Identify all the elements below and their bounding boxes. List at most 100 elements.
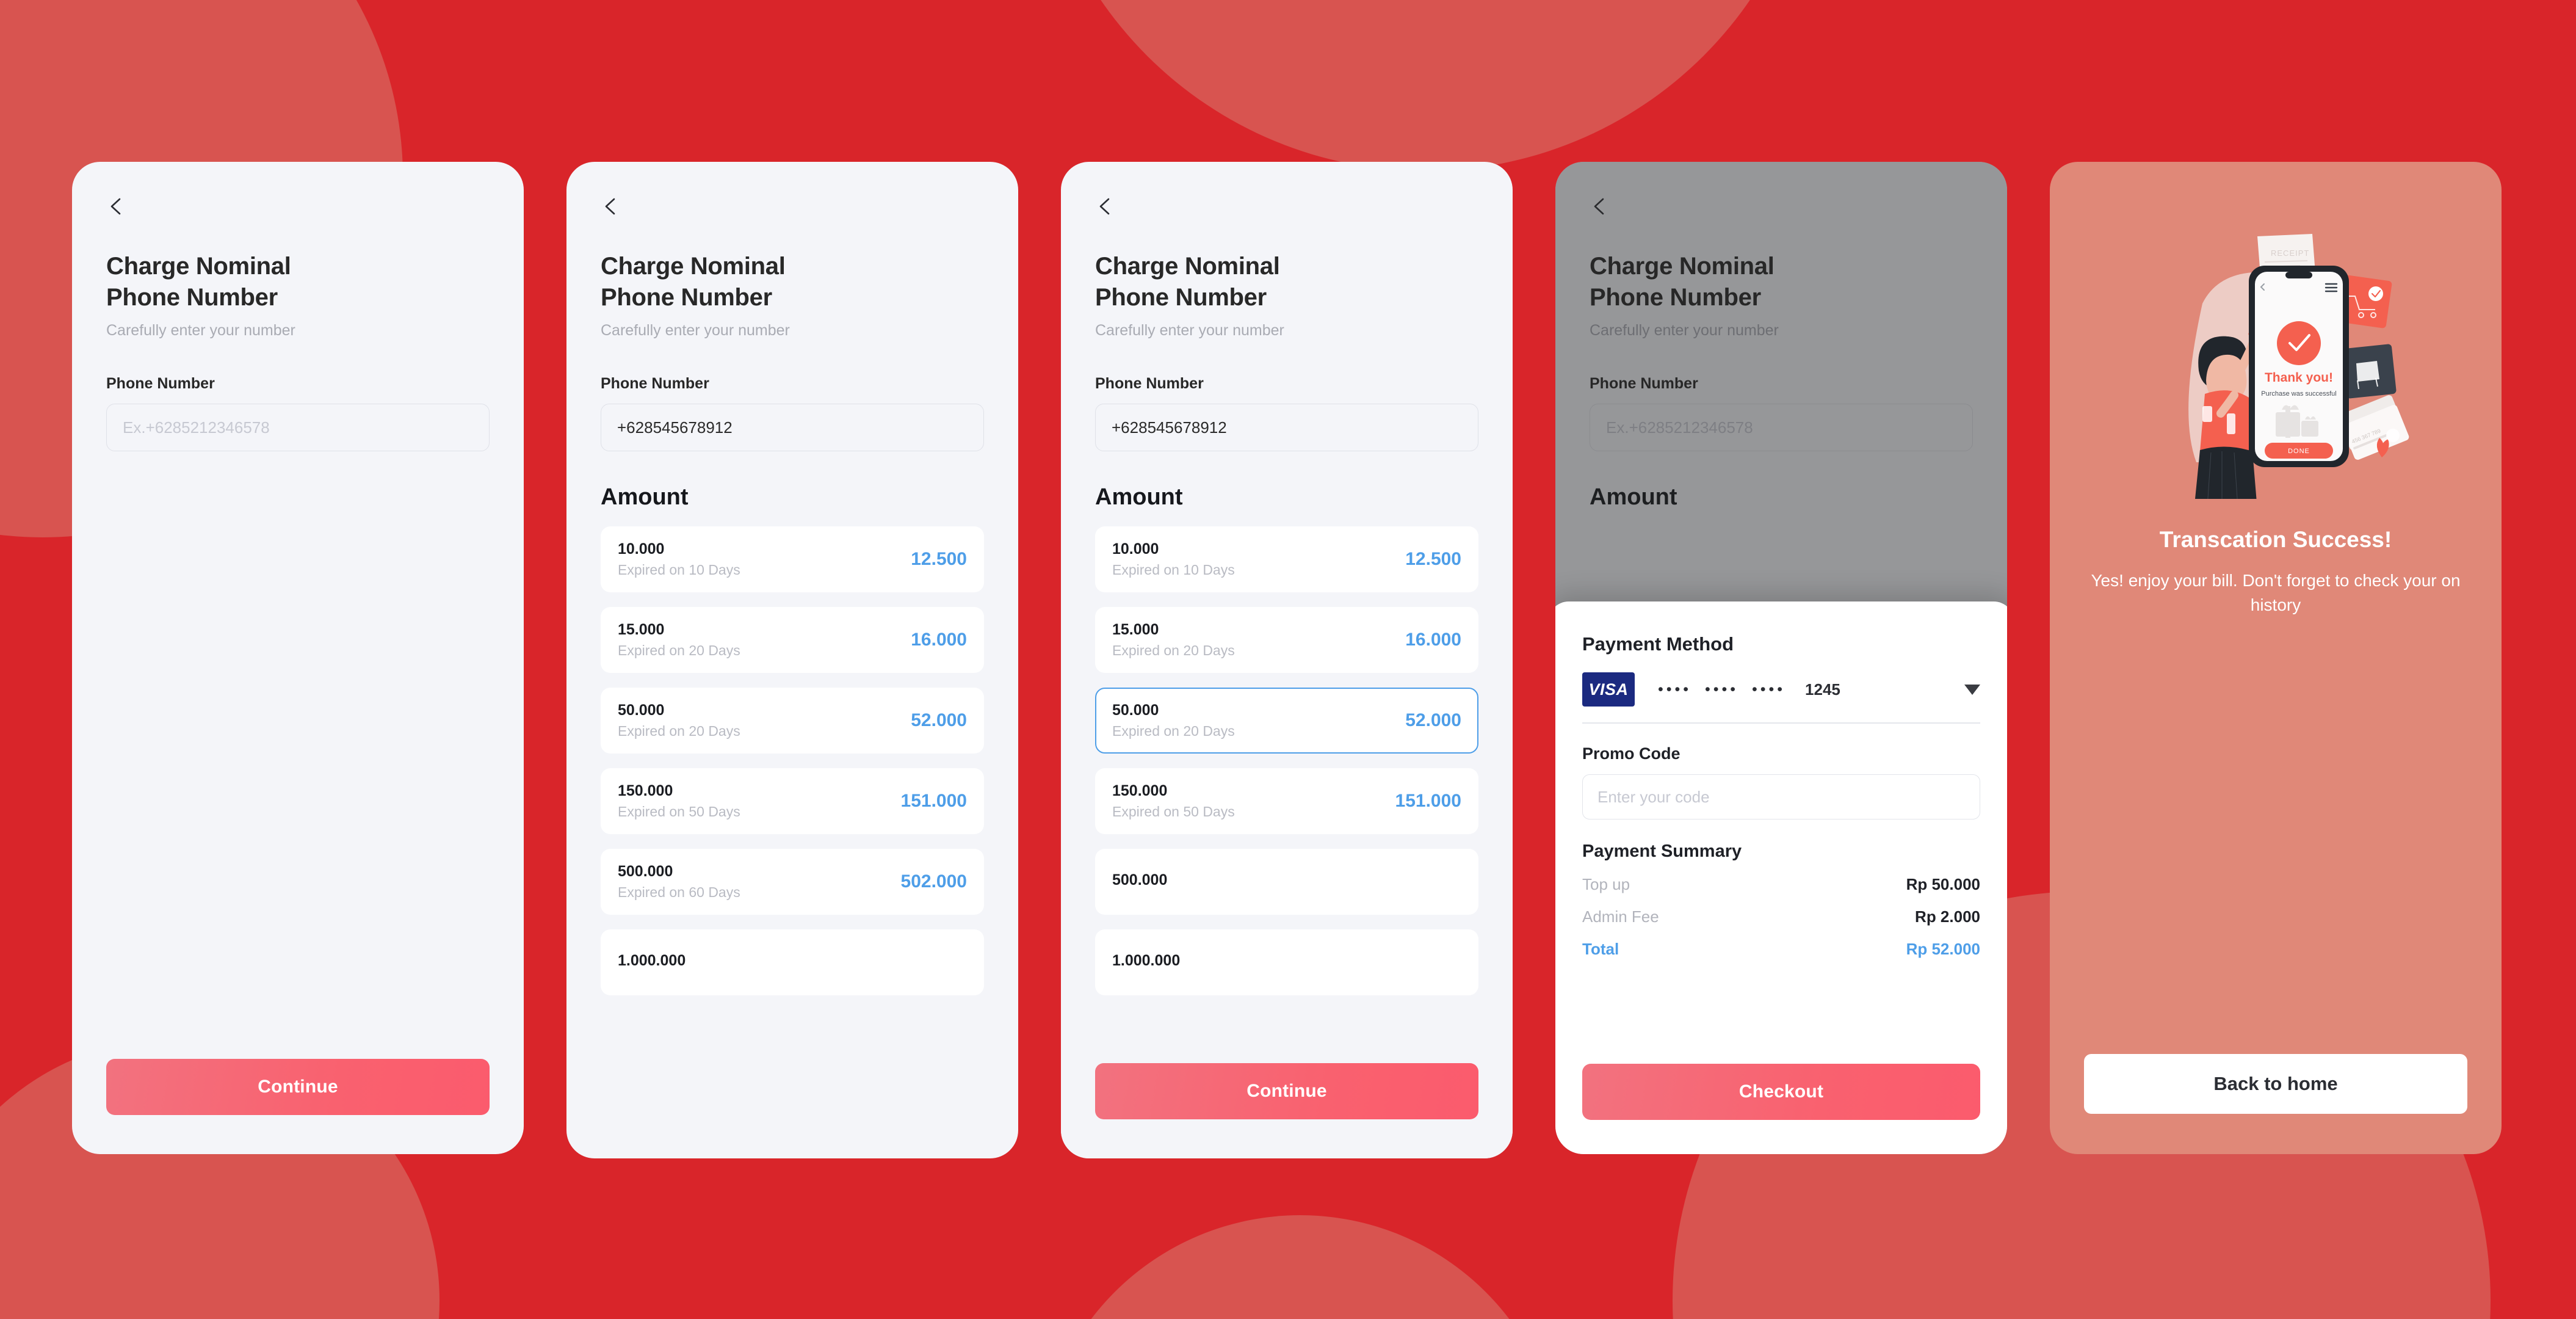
phone-mockup: Thank you! Purchase was successful DONE: [2249, 266, 2349, 467]
amount-option[interactable]: 15.000 Expired on 20 Days 16.000: [601, 607, 984, 674]
visa-icon: VISA: [1582, 672, 1635, 707]
phone-number-input[interactable]: +628545678912: [1095, 404, 1478, 452]
amount-option-price: 12.500: [1405, 549, 1461, 570]
chevron-left-icon: [1099, 198, 1110, 215]
page-title-line2: Phone Number: [106, 284, 278, 311]
screen-transaction-success: RECEIPT 456 367 789 Thank you! Purchase …: [2050, 162, 2502, 1154]
amount-option-text: 150.000 Expired on 50 Days: [1112, 782, 1235, 820]
continue-button[interactable]: Continue: [106, 1059, 490, 1115]
page-title: Charge Nominal Phone Number: [1095, 251, 1478, 313]
amount-option-text: 150.000 Expired on 50 Days: [618, 782, 740, 820]
amount-option-price: 16.000: [911, 630, 967, 650]
payment-summary-total-row: Total Rp 52.000: [1582, 940, 1980, 959]
amount-list: 10.000 Expired on 10 Days 12.500 15.000 Expi…: [1061, 526, 1513, 996]
summary-row-label: Top up: [1582, 875, 1630, 893]
page-subtitle: Carefully enter your number: [106, 322, 295, 340]
screen-amount-selected: Charge Nominal Phone Number Carefully en…: [1061, 162, 1513, 1158]
chevron-left-icon: [605, 198, 615, 215]
phone-number-label: Phone Number: [1095, 375, 1204, 393]
amount-option[interactable]: 10.000 Expired on 10 Days 12.500: [601, 526, 984, 593]
amount-option[interactable]: 150.000 Expired on 50 Days 151.000: [601, 768, 984, 835]
amount-option-expiry: Expired on 50 Days: [1112, 804, 1235, 820]
transaction-success-illustration: RECEIPT 456 367 789 Thank you! Purchase …: [2129, 230, 2422, 518]
caret-down-icon[interactable]: [1964, 684, 1980, 695]
amount-option[interactable]: 1.000.000: [601, 929, 984, 996]
furniture-card-icon: [2342, 344, 2397, 399]
card-mask-group-2: ••••: [1705, 680, 1739, 698]
amount-option[interactable]: 150.000 Expired on 50 Days 151.000: [1095, 768, 1478, 835]
svg-text:Purchase was successful: Purchase was successful: [2261, 390, 2337, 398]
amount-option-expiry: Expired on 50 Days: [618, 804, 740, 820]
amount-option[interactable]: 50.000 Expired on 20 Days 52.000: [601, 688, 984, 754]
screen-amount-list: Charge Nominal Phone Number Carefully en…: [566, 162, 1018, 1158]
back-button[interactable]: [601, 196, 621, 217]
amount-option-price: 151.000: [900, 791, 967, 812]
card-number-masked: •••• •••• •••• 1245: [1658, 680, 1840, 699]
amount-list: 10.000 Expired on 10 Days 12.500 15.000 Expi…: [566, 526, 1018, 996]
amount-option[interactable]: 500.000 Expired on 60 Days 502.000: [601, 849, 984, 915]
page-subtitle: Carefully enter your number: [601, 322, 790, 340]
amount-option-expiry: Expired on 60 Days: [618, 884, 740, 901]
payment-summary-row: Top up Rp 50.000: [1582, 875, 1980, 894]
checkout-button[interactable]: Checkout: [1582, 1064, 1980, 1120]
amount-option-text: 500.000: [1112, 871, 1167, 893]
payment-card-selector[interactable]: VISA •••• •••• •••• 1245: [1582, 672, 1980, 724]
page-title: Charge Nominal Phone Number: [601, 251, 984, 313]
amount-option-text: 1.000.000: [618, 952, 686, 973]
amount-option-expiry: Expired on 20 Days: [1112, 642, 1235, 659]
promo-code-label: Promo Code: [1582, 744, 1681, 763]
amount-option-price: 151.000: [1395, 791, 1461, 812]
amount-section: Amount 10.000 Expired on 10 Days 12.500 15.…: [566, 484, 1018, 996]
payment-summary-row: Admin Fee Rp 2.000: [1582, 907, 1980, 926]
amount-option-expiry: Expired on 20 Days: [1112, 723, 1235, 739]
amount-option-text: 10.000 Expired on 10 Days: [618, 540, 740, 578]
amount-option[interactable]: 15.000 Expired on 20 Days 16.000: [1095, 607, 1478, 674]
page-title-line2: Phone Number: [601, 284, 772, 311]
amount-option-text: 15.000 Expired on 20 Days: [618, 621, 740, 659]
amount-option-text: 50.000 Expired on 20 Days: [618, 702, 740, 739]
svg-text:Thank you!: Thank you!: [2265, 371, 2333, 385]
card-mask-group-1: ••••: [1658, 680, 1692, 698]
amount-option-value: 1.000.000: [618, 951, 686, 969]
phone-number-input[interactable]: +628545678912: [601, 404, 984, 452]
total-label: Total: [1582, 940, 1619, 958]
amount-option-value: 15.000: [1112, 621, 1159, 639]
amount-option-price: 52.000: [1405, 710, 1461, 731]
amount-option-text: 15.000 Expired on 20 Days: [1112, 621, 1235, 659]
back-button[interactable]: [1095, 196, 1116, 217]
amount-option-expiry: Expired on 10 Days: [618, 562, 740, 578]
amount-option[interactable]: 10.000 Expired on 10 Days 12.500: [1095, 526, 1478, 593]
summary-row-label: Admin Fee: [1582, 907, 1659, 926]
amount-option-value: 150.000: [1112, 782, 1168, 800]
summary-row-value: Rp 2.000: [1915, 907, 1980, 926]
summary-row-value: Rp 50.000: [1906, 875, 1980, 893]
page-title-line1: Charge Nominal: [1095, 253, 1280, 280]
amount-option-price: 12.500: [911, 549, 967, 570]
success-illustration-svg: RECEIPT 456 367 789 Thank you! Purchase …: [2169, 234, 2409, 518]
promo-code-input[interactable]: Enter your code: [1582, 774, 1980, 819]
continue-button[interactable]: Continue: [1095, 1063, 1478, 1119]
back-to-home-button[interactable]: Back to home: [2084, 1054, 2467, 1114]
amount-heading: Amount: [601, 484, 689, 511]
amount-option-price: 502.000: [900, 871, 967, 892]
amount-option-value: 15.000: [618, 621, 665, 639]
card-last4: 1245: [1805, 680, 1840, 699]
payment-bottom-sheet: Payment Method VISA •••• •••• •••• 1245 …: [1555, 601, 2007, 1154]
amount-option[interactable]: 50.000 Expired on 20 Days 52.000: [1095, 688, 1478, 754]
screen-payment-sheet: Charge Nominal Phone Number Carefully en…: [1555, 162, 2007, 1154]
page-title-line1: Charge Nominal: [601, 253, 786, 280]
amount-option-expiry: Expired on 20 Days: [618, 723, 740, 739]
amount-option-value: 50.000: [618, 702, 665, 719]
back-button[interactable]: [106, 196, 127, 217]
phone-number-input[interactable]: Ex.+6285212346578: [106, 404, 490, 452]
svg-text:RECEIPT: RECEIPT: [2271, 249, 2309, 258]
payment-method-heading: Payment Method: [1582, 633, 1734, 655]
amount-option-price: 16.000: [1405, 630, 1461, 650]
amount-heading: Amount: [1095, 484, 1183, 511]
amount-option[interactable]: 500.000: [1095, 849, 1478, 915]
amount-option[interactable]: 1.000.000: [1095, 929, 1478, 996]
amount-option-text: 500.000 Expired on 60 Days: [618, 863, 740, 901]
amount-option-text: 50.000 Expired on 20 Days: [1112, 702, 1235, 739]
amount-option-expiry: Expired on 10 Days: [1112, 562, 1235, 578]
amount-option-value: 500.000: [618, 863, 673, 881]
